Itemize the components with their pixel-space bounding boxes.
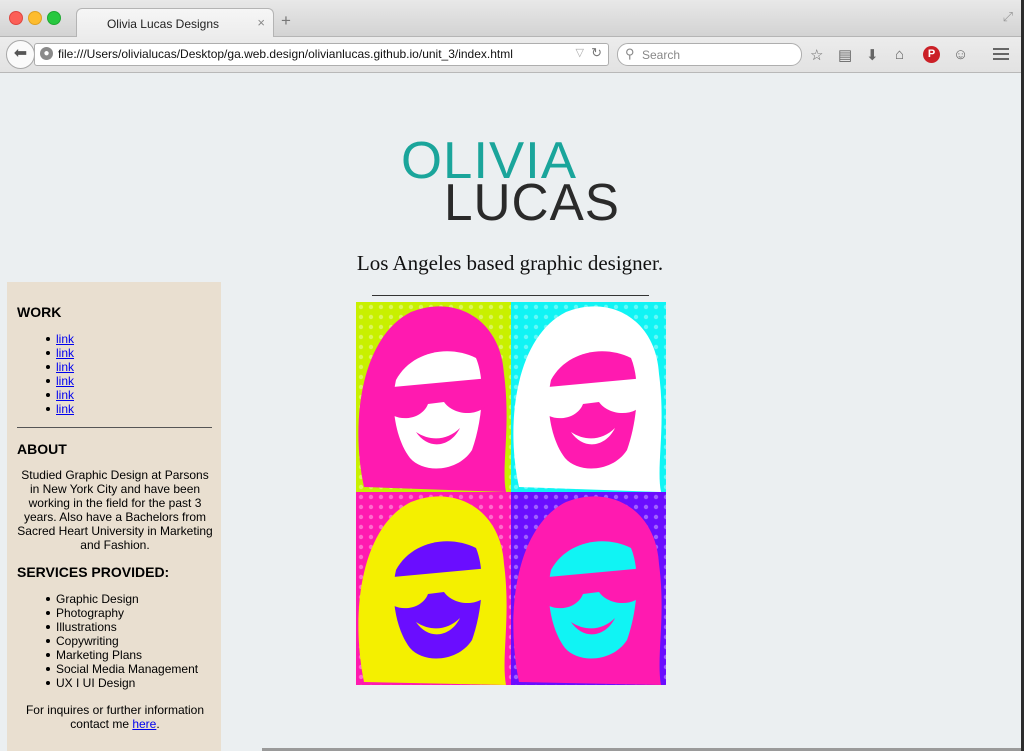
bookmark-star-icon[interactable]: ☆ — [810, 46, 823, 64]
globe-icon: ● — [40, 47, 53, 60]
portrait-panel-bottom-left — [356, 492, 511, 685]
reading-list-icon[interactable]: ▤ — [838, 46, 852, 64]
list-item: link — [45, 402, 74, 416]
browser-window: Olivia Lucas Designs × + ⤢ ⬅ ● file:///U… — [0, 0, 1021, 751]
new-tab-button[interactable]: + — [281, 11, 291, 31]
reload-icon[interactable]: ↻ — [591, 45, 602, 61]
pinterest-icon[interactable]: P — [923, 46, 940, 63]
list-item: link — [45, 332, 74, 346]
back-button[interactable]: ⬅ — [6, 40, 35, 69]
sidebar: WORK link link link link link link ABOUT… — [7, 282, 221, 751]
portrait-panel-bottom-right — [511, 492, 666, 685]
tab-bar: Olivia Lucas Designs × + ⤢ — [0, 0, 1021, 38]
work-links-list: link link link link link link — [45, 332, 74, 416]
work-link[interactable]: link — [56, 346, 74, 360]
minimize-window-button[interactable] — [28, 11, 42, 25]
pop-art-portrait-image — [356, 302, 666, 685]
tagline: Los Angeles based graphic designer. — [356, 251, 664, 275]
portrait-panel-top-left — [356, 302, 511, 492]
list-item: link — [45, 388, 74, 402]
search-input[interactable]: ⚲ Search — [617, 43, 802, 66]
list-item: link — [45, 360, 74, 374]
list-item: Marketing Plans — [45, 648, 198, 662]
zoom-window-button[interactable] — [47, 11, 61, 25]
list-item: link — [45, 374, 74, 388]
list-item: Copywriting — [45, 634, 198, 648]
tab-title: Olivia Lucas Designs — [106, 17, 220, 31]
work-heading: WORK — [17, 304, 62, 320]
contact-suffix: . — [156, 717, 160, 731]
menu-icon[interactable] — [993, 48, 1009, 60]
contact-prefix: For inquires or further information cont… — [25, 703, 205, 731]
search-icon: ⚲ — [625, 46, 635, 61]
about-heading: ABOUT — [17, 441, 67, 457]
url-text[interactable]: file:///Users/olivialucas/Desktop/ga.web… — [58, 47, 513, 61]
list-item: Social Media Management — [45, 662, 199, 676]
work-link[interactable]: link — [56, 360, 74, 374]
services-list: Graphic Design Photography Illustrations… — [45, 592, 199, 690]
page-content: OLIVIA LUCAS Los Angeles based graphic d… — [0, 73, 1021, 751]
work-link[interactable]: link — [56, 402, 74, 416]
services-heading: SERVICES PROVIDED: — [17, 564, 170, 580]
list-item: Photography — [45, 606, 198, 620]
work-link[interactable]: link — [56, 374, 74, 388]
chat-icon[interactable]: ☺ — [953, 46, 968, 63]
contact-text: For inquires or further information cont… — [16, 703, 214, 731]
logo: OLIVIA LUCAS — [401, 132, 620, 224]
url-bar[interactable]: ● file:///Users/olivialucas/Desktop/ga.w… — [34, 43, 609, 66]
url-dropdown-icon[interactable]: ▽ — [576, 46, 584, 59]
tab-close-icon[interactable]: × — [257, 15, 265, 30]
list-item: Illustrations — [45, 620, 198, 634]
about-text: Studied Graphic Design at Parsons in New… — [17, 468, 213, 552]
contact-link[interactable]: here — [132, 717, 156, 731]
tab-active[interactable]: Olivia Lucas Designs × — [76, 8, 274, 38]
fullscreen-icon[interactable]: ⤢ — [1003, 9, 1013, 25]
divider — [372, 295, 649, 296]
close-window-button[interactable] — [9, 11, 23, 25]
list-item: link — [45, 346, 74, 360]
list-item: Graphic Design — [45, 592, 198, 606]
work-link[interactable]: link — [56, 388, 74, 402]
search-placeholder: Search — [642, 48, 681, 62]
sidebar-divider — [17, 427, 212, 428]
navigation-bar: ⬅ ● file:///Users/olivialucas/Desktop/ga… — [0, 37, 1021, 73]
home-icon[interactable]: ⌂ — [895, 46, 904, 63]
work-link[interactable]: link — [56, 332, 74, 346]
list-item: UX I UI Design — [45, 676, 198, 690]
download-icon[interactable]: ⬇ — [866, 46, 879, 64]
back-arrow-icon: ⬅ — [13, 45, 28, 62]
logo-last-name: LUCAS — [444, 174, 620, 224]
portrait-panel-top-right — [511, 302, 666, 492]
